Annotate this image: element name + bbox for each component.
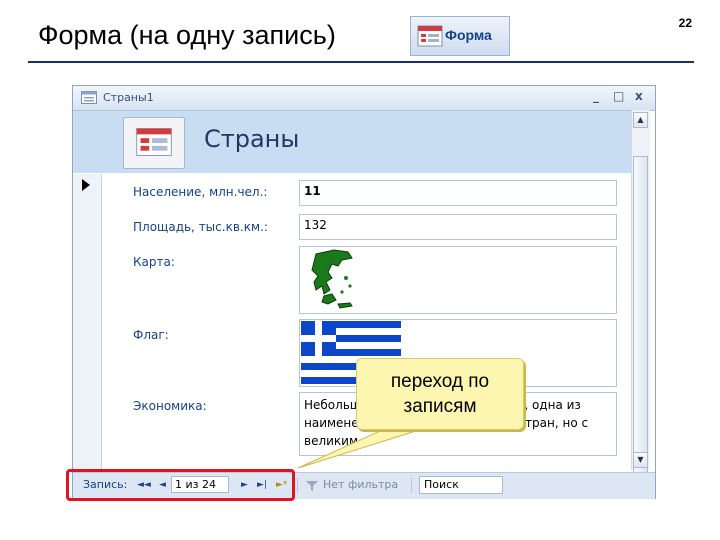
callout-line-2: записям	[403, 396, 477, 417]
callout-pointer	[297, 421, 439, 469]
callout-bubble: переход по записям	[356, 358, 524, 430]
callout-line-1: переход по	[390, 371, 490, 392]
